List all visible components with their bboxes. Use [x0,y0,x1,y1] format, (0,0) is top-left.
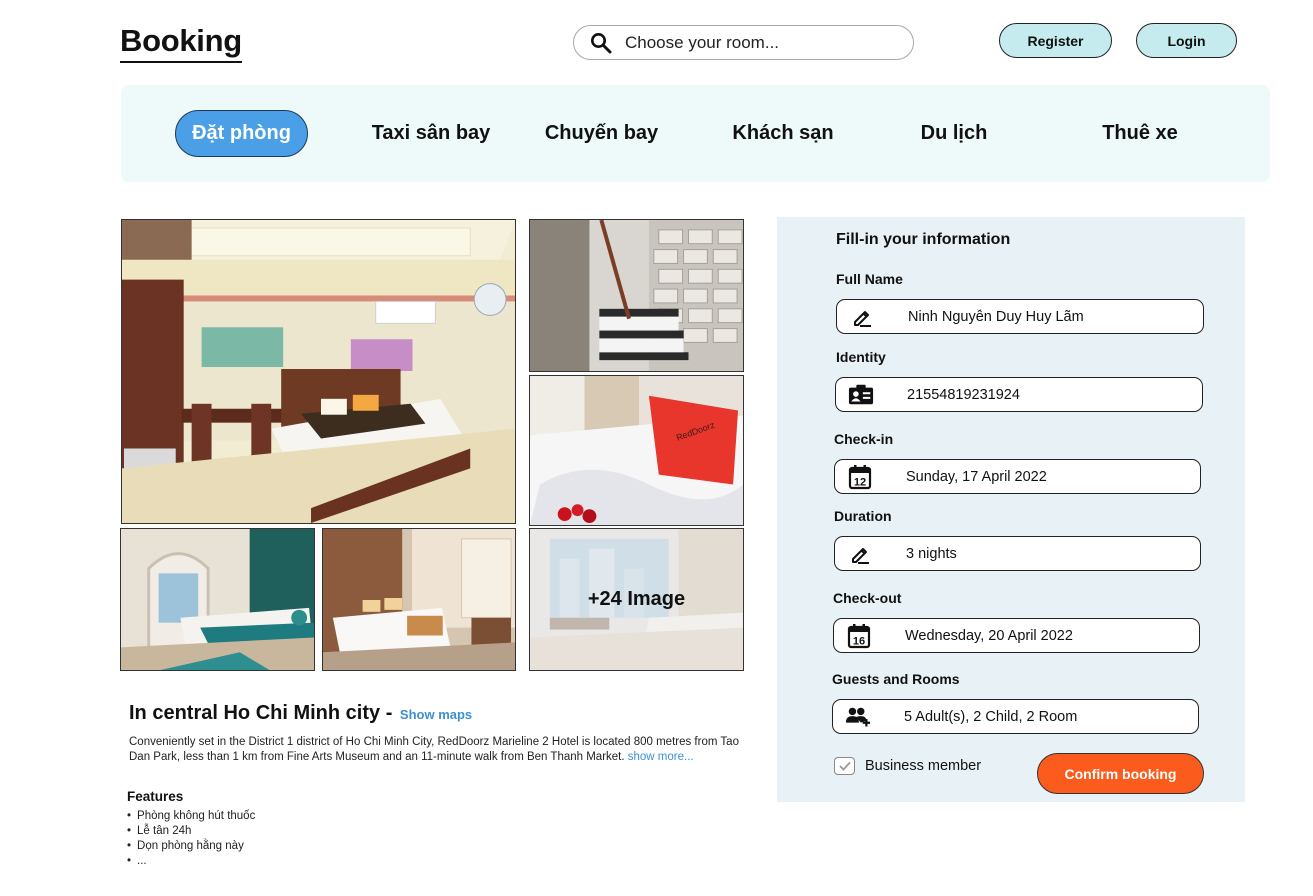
check-out-input[interactable] [905,627,1175,644]
features-list: Phòng không hút thuốc Lễ tân 24h Dọn phò… [127,809,255,869]
features-heading: Features [127,789,184,804]
photo-more-images[interactable]: +24 Image [529,528,744,671]
search-bar[interactable] [573,25,914,60]
check-in-field[interactable]: 12 [834,459,1201,494]
service-nav: Đặt phòng Taxi sân bay Chuyến bay Khách … [121,85,1270,182]
check-in-label: Check-in [834,431,894,447]
photo-staircase[interactable] [529,219,744,372]
add-group-icon [845,704,871,730]
check-in-icon-day: 12 [854,476,866,488]
full-name-field[interactable] [836,299,1204,334]
form-title: Fill-in your information [836,231,1011,248]
pencil-icon [847,541,873,567]
identity-label: Identity [836,349,886,365]
business-member-checkbox[interactable] [834,757,855,775]
tab-thue-xe[interactable]: Thuê xe [1093,110,1187,157]
pencil-icon [849,304,875,330]
brand-logo[interactable]: Booking [120,22,242,63]
tab-chuyen-bay[interactable]: Chuyến bay [534,110,669,157]
calendar-icon: 12 [847,464,873,490]
feature-item: Lễ tân 24h [127,824,255,839]
identity-field[interactable] [835,377,1203,412]
more-images-label[interactable]: +24 Image [530,529,743,670]
tab-dat-phong[interactable]: Đặt phòng [175,110,308,157]
confirm-booking-button[interactable]: Confirm booking [1037,753,1204,794]
tab-taxi-san-bay[interactable]: Taxi sân bay [361,110,501,157]
location-title: In central Ho Chi Minh city - [129,702,393,724]
check-in-input[interactable] [906,468,1176,485]
duration-input[interactable] [906,545,1176,562]
identity-input[interactable] [907,386,1177,403]
guests-rooms-input[interactable] [904,708,1174,725]
show-more-link[interactable]: show more... [628,751,694,763]
business-member-label[interactable]: Business member [865,758,981,774]
tab-du-lich[interactable]: Du lịch [911,110,997,157]
photo-pillow-reddoorz[interactable]: RedDoorz [529,375,744,526]
checkmark-icon [838,761,851,771]
tab-khach-san[interactable]: Khách sạn [721,110,845,157]
search-input[interactable] [625,32,885,53]
photo-bedroom-teal[interactable] [120,528,315,671]
photo-bedroom-suite[interactable] [322,528,516,671]
check-out-icon-day: 16 [853,635,865,647]
check-out-label: Check-out [833,590,902,606]
location-heading: In central Ho Chi Minh city - Show maps [129,702,472,725]
feature-item: Dọn phòng hằng này [127,839,255,854]
feature-item: ... [127,854,255,869]
feature-item: Phòng không hút thuốc [127,809,255,824]
full-name-label: Full Name [836,271,903,287]
photo-main-bedroom[interactable] [121,219,516,524]
check-out-field[interactable]: 16 [833,618,1200,653]
register-button[interactable]: Register [999,23,1112,58]
duration-label: Duration [834,508,892,524]
id-card-icon [848,382,874,408]
guests-rooms-field[interactable] [832,699,1199,734]
search-icon [589,31,613,55]
login-button[interactable]: Login [1136,23,1237,58]
duration-field[interactable] [834,536,1201,571]
guests-rooms-label: Guests and Rooms [832,671,960,687]
full-name-input[interactable] [908,308,1178,325]
calendar-icon: 16 [846,623,872,649]
hotel-description: Conveniently set in the District 1 distr… [129,735,739,765]
show-maps-link[interactable]: Show maps [400,707,472,722]
